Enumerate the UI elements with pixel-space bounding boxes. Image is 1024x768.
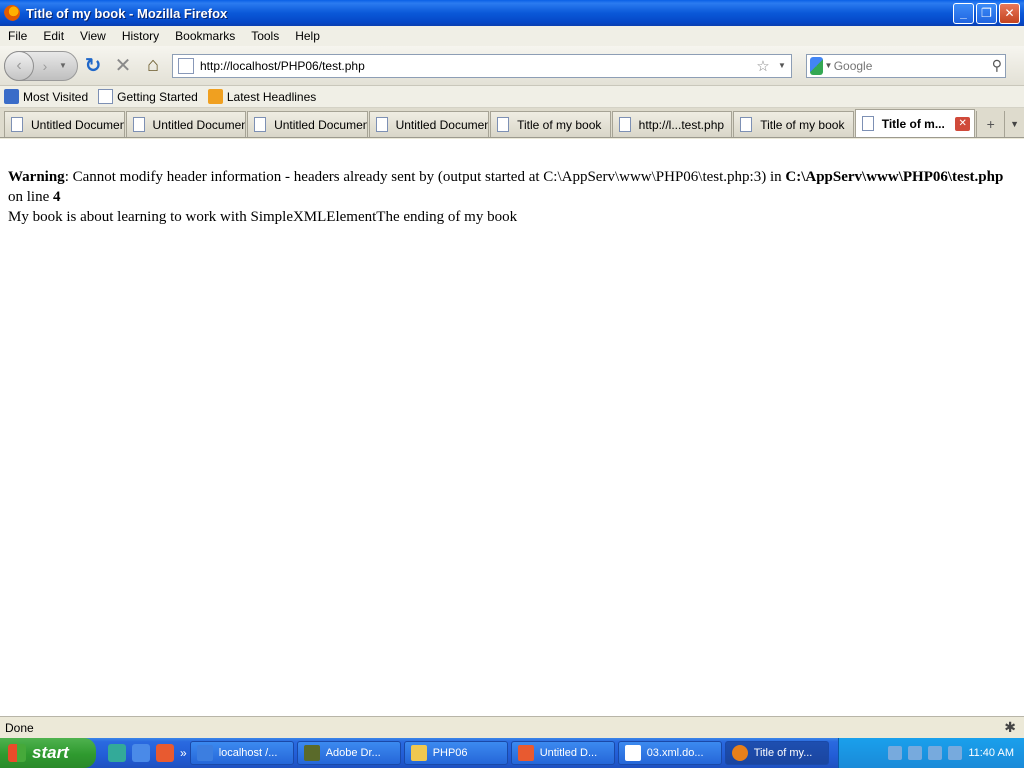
stop-icon[interactable]: ✕ bbox=[108, 52, 138, 80]
tray-icon[interactable] bbox=[908, 746, 923, 760]
firebug-icon[interactable]: ✱ bbox=[1004, 719, 1016, 736]
menu-help[interactable]: Help bbox=[287, 29, 328, 43]
bookmark-star-icon[interactable]: ☆ bbox=[753, 57, 773, 75]
most-visited-icon bbox=[4, 89, 19, 104]
taskbar: start » localhost /... Adobe Dr... PHP06… bbox=[0, 738, 1024, 768]
page-icon bbox=[132, 117, 145, 132]
status-bar: Done ✱ bbox=[0, 716, 1024, 738]
warning-on-line: on line bbox=[8, 189, 53, 205]
search-icon[interactable]: ⚲ bbox=[989, 57, 1005, 74]
menu-history[interactable]: History bbox=[114, 29, 167, 43]
firefox-icon bbox=[4, 5, 20, 21]
close-button[interactable]: ✕ bbox=[999, 2, 1020, 24]
bookmarks-toolbar: Most Visited Getting Started Latest Head… bbox=[0, 86, 1024, 108]
tab[interactable]: http://l...test.php bbox=[611, 111, 733, 137]
tab[interactable]: Title of my book bbox=[733, 111, 854, 137]
navigation-toolbar: ‹ › ▼ ↻ ✕ ⌂ ☆ ▼ ▼ ⚲ bbox=[0, 46, 1024, 86]
reload-icon[interactable]: ↻ bbox=[78, 52, 108, 80]
search-input[interactable] bbox=[833, 58, 989, 73]
warning-label: Warning bbox=[8, 169, 65, 185]
php-warning: Warning: Cannot modify header informatio… bbox=[8, 167, 1016, 207]
windows-logo-icon bbox=[8, 744, 26, 762]
taskbar-item[interactable]: 03.xml.do... bbox=[617, 741, 722, 765]
bookmark-latest-headlines[interactable]: Latest Headlines bbox=[207, 89, 316, 104]
page-icon bbox=[375, 117, 388, 132]
bookmark-getting-started[interactable]: Getting Started bbox=[98, 89, 198, 104]
tab-active[interactable]: Title of m... ✕ bbox=[854, 109, 976, 137]
menu-bar: File Edit View History Bookmarks Tools H… bbox=[0, 26, 1024, 46]
page-icon bbox=[11, 117, 23, 132]
minimize-button[interactable]: _ bbox=[953, 2, 974, 24]
restore-button[interactable]: ❐ bbox=[976, 2, 997, 24]
warning-message: : Cannot modify header information - hea… bbox=[64, 169, 786, 185]
quick-launch: » bbox=[108, 744, 187, 762]
google-icon[interactable] bbox=[810, 56, 824, 75]
warning-line-number: 4 bbox=[53, 189, 61, 205]
menu-tools[interactable]: Tools bbox=[243, 29, 287, 43]
word-icon bbox=[624, 745, 641, 761]
tray-icon[interactable] bbox=[948, 746, 963, 760]
firefox-icon bbox=[731, 745, 748, 761]
folder-icon bbox=[410, 745, 427, 761]
page-content: Warning: Cannot modify header informatio… bbox=[0, 139, 1024, 716]
chevron-right-icon[interactable]: » bbox=[180, 746, 187, 760]
quick-launch-icon[interactable] bbox=[108, 744, 126, 762]
page-icon bbox=[618, 117, 631, 132]
tab-bar: Untitled Document Untitled Document Unti… bbox=[0, 108, 1024, 138]
rss-feed-icon bbox=[207, 89, 223, 104]
page-icon bbox=[98, 89, 114, 104]
clock[interactable]: 11:40 AM bbox=[968, 747, 1014, 759]
tab-list-dropdown-icon[interactable]: ▼ bbox=[1004, 111, 1024, 137]
back-forward-group: ‹ › ▼ bbox=[4, 50, 78, 81]
page-icon bbox=[497, 117, 510, 132]
tab[interactable]: Untitled Document bbox=[4, 111, 125, 137]
url-dropdown-icon[interactable]: ▼ bbox=[773, 61, 791, 70]
page-icon bbox=[254, 117, 267, 132]
page-icon bbox=[740, 117, 753, 132]
search-engine-dropdown-icon[interactable]: ▼ bbox=[823, 61, 833, 70]
tab[interactable]: Untitled Document bbox=[368, 111, 490, 137]
system-tray: 11:40 AM bbox=[838, 738, 1024, 768]
tab[interactable]: Title of my book bbox=[490, 111, 611, 137]
bookmark-most-visited[interactable]: Most Visited bbox=[4, 89, 88, 104]
url-input[interactable] bbox=[200, 58, 753, 73]
forward-button[interactable]: › bbox=[34, 58, 56, 74]
page-icon bbox=[178, 57, 194, 74]
page-icon bbox=[861, 116, 874, 131]
window-title: Title of my book - Mozilla Firefox bbox=[26, 5, 228, 21]
ie-icon bbox=[196, 745, 213, 761]
url-bar[interactable]: ☆ ▼ bbox=[172, 53, 792, 78]
chrome-icon bbox=[517, 745, 534, 761]
tab[interactable]: Untitled Document bbox=[247, 111, 368, 137]
ie-icon[interactable] bbox=[132, 744, 150, 762]
close-tab-icon[interactable]: ✕ bbox=[955, 116, 971, 131]
start-button[interactable]: start bbox=[0, 738, 96, 768]
history-dropdown-icon[interactable]: ▼ bbox=[56, 61, 70, 70]
taskbar-item[interactable]: localhost /... bbox=[189, 741, 294, 765]
home-icon[interactable]: ⌂ bbox=[138, 52, 168, 80]
back-button[interactable]: ‹ bbox=[4, 50, 34, 81]
taskbar-item[interactable]: PHP06 bbox=[403, 741, 508, 765]
tab[interactable]: Untitled Document bbox=[125, 111, 247, 137]
taskbar-item[interactable]: Untitled D... bbox=[510, 741, 615, 765]
menu-view[interactable]: View bbox=[72, 29, 114, 43]
menu-file[interactable]: File bbox=[0, 29, 35, 43]
body-text: My book is about learning to work with S… bbox=[8, 209, 518, 225]
new-tab-button[interactable]: + bbox=[976, 111, 1004, 137]
window-titlebar[interactable]: Title of my book - Mozilla Firefox _ ❐ ✕ bbox=[0, 0, 1024, 26]
search-box[interactable]: ▼ ⚲ bbox=[806, 53, 1006, 78]
menu-edit[interactable]: Edit bbox=[35, 29, 72, 43]
taskbar-item[interactable]: Adobe Dr... bbox=[296, 741, 401, 765]
warning-file: C:\AppServ\www\PHP06\test.php bbox=[785, 169, 1004, 185]
dreamweaver-icon bbox=[303, 745, 320, 761]
taskbar-item-active[interactable]: Title of my... bbox=[724, 741, 829, 765]
tray-icon[interactable] bbox=[928, 746, 943, 760]
chrome-icon[interactable] bbox=[156, 744, 174, 762]
status-text: Done bbox=[5, 720, 34, 735]
tray-icon[interactable] bbox=[888, 746, 903, 760]
menu-bookmarks[interactable]: Bookmarks bbox=[167, 29, 243, 43]
